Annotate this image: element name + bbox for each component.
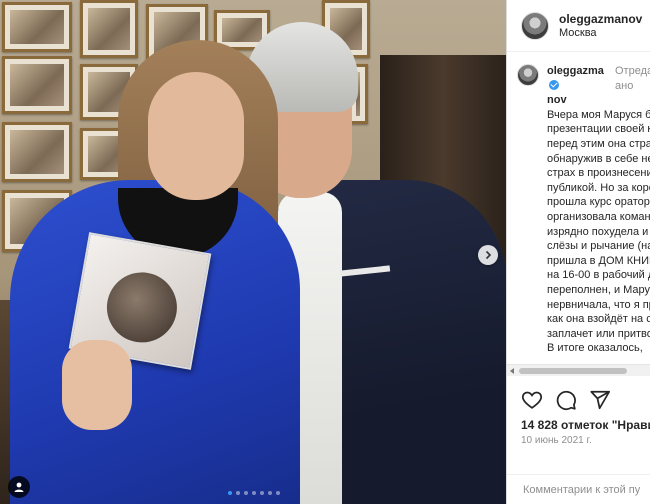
- caption-line: публикой. Но за корот: [547, 181, 650, 194]
- carousel-dot[interactable]: [268, 491, 272, 495]
- wall-photo-frame: [2, 56, 72, 114]
- share-button[interactable]: [589, 389, 611, 411]
- carousel-dot[interactable]: [260, 491, 264, 495]
- comment-box: [507, 474, 650, 504]
- comment-icon: [556, 390, 576, 411]
- carousel-dot[interactable]: [244, 491, 248, 495]
- caption-line: презентации своей кн: [547, 123, 650, 136]
- post-photo[interactable]: [0, 0, 506, 504]
- user-icon: [14, 482, 24, 492]
- woman-hand: [62, 340, 132, 430]
- carousel-dot[interactable]: [252, 491, 256, 495]
- caption-text: Вчера моя Маруся бл презентации своей кн п…: [547, 108, 650, 356]
- avatar[interactable]: [521, 11, 549, 40]
- caption: oleggazma nov Отреда ано Вчера моя Марус…: [507, 52, 650, 372]
- wall-photo-frame: [2, 2, 72, 52]
- caption-line: страх в произнесении: [547, 167, 650, 180]
- header-location[interactable]: Москва: [559, 26, 642, 40]
- caption-line: на 16-00 в рабочий д: [547, 269, 650, 282]
- wall-photo-frame: [80, 0, 138, 58]
- header-username[interactable]: oleggazmanov: [559, 12, 642, 26]
- heart-icon: [521, 391, 543, 409]
- caption-line: прошла курс оратор: [547, 196, 650, 209]
- horizontal-scrollbar[interactable]: [507, 364, 650, 376]
- wall-photo-frame: [2, 122, 72, 182]
- caption-line: организовала команд: [547, 210, 650, 223]
- caption-line: переполнен, и Марус: [547, 283, 650, 296]
- caption-line: обнаружив в себе неу: [547, 152, 650, 165]
- share-icon: [590, 390, 611, 410]
- comment-input[interactable]: [523, 484, 650, 496]
- carousel-indicator: [228, 491, 280, 495]
- tagged-users-button[interactable]: [8, 476, 30, 498]
- comment-button[interactable]: [555, 389, 577, 411]
- scroll-left-arrow-icon[interactable]: [510, 368, 514, 374]
- caption-line: нервничала, что я пр: [547, 298, 650, 311]
- instagram-post: oleggazmanov Москва oleggazma nov Отреда…: [0, 0, 650, 504]
- carousel-dot[interactable]: [276, 491, 280, 495]
- carousel-dot[interactable]: [236, 491, 240, 495]
- action-bar: [521, 389, 611, 411]
- caption-line: пришла в ДОМ КНИГ: [547, 254, 650, 267]
- verified-badge-icon: [549, 79, 559, 90]
- chevron-right-icon: [485, 250, 492, 260]
- post-header: oleggazmanov Москва: [507, 0, 650, 52]
- caption-line: слёзы и рычание (на: [547, 240, 650, 253]
- caption-avatar[interactable]: [517, 64, 539, 86]
- edited-label: Отреда ано: [615, 65, 650, 92]
- like-button[interactable]: [521, 389, 543, 411]
- carousel-dot[interactable]: [228, 491, 232, 495]
- caption-line: как она взойдёт на с: [547, 313, 650, 326]
- caption-line: изрядно похудела и с: [547, 225, 650, 238]
- caption-username[interactable]: oleggazma nov: [547, 64, 609, 108]
- carousel-next-button[interactable]: [478, 245, 498, 265]
- caption-line: перед этим она страш: [547, 137, 650, 150]
- likes-count[interactable]: 14 828 отметок "Нравит: [521, 418, 650, 432]
- post-sidebar: oleggazmanov Москва oleggazma nov Отреда…: [506, 0, 650, 504]
- caption-line: Вчера моя Маруся бл: [547, 108, 650, 121]
- post-date[interactable]: 10 июнь 2021 г.: [521, 435, 592, 446]
- woman-face: [148, 72, 244, 200]
- caption-line: В итоге оказалось,: [547, 342, 643, 355]
- caption-line: заплачет или притвор: [547, 327, 650, 340]
- scrollbar-thumb[interactable]: [519, 368, 627, 374]
